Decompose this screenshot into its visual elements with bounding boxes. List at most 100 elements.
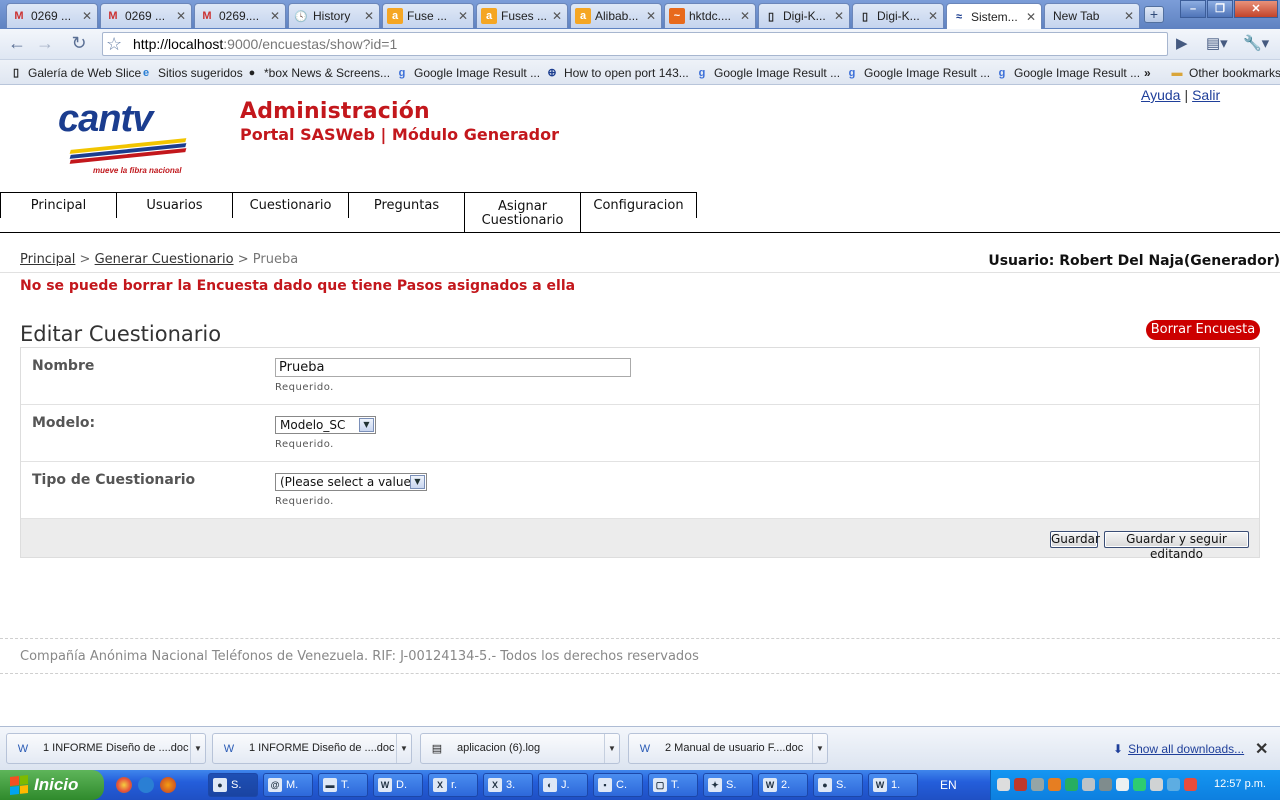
chevron-down-icon[interactable]: ▼ [396,734,411,763]
wrench-icon[interactable]: 🔧▾ [1243,34,1269,52]
browser-tab[interactable]: M 0269.... ✕ [194,3,286,28]
forward-button[interactable]: → [33,33,57,55]
chevron-down-icon[interactable]: ▼ [190,734,205,763]
taskbar-task[interactable]: W D. [373,773,423,797]
taskbar-task[interactable]: ◐ J. [538,773,588,797]
chevron-down-icon[interactable]: ▼ [812,734,827,763]
close-icon[interactable]: ✕ [927,9,939,23]
save-and-continue-button[interactable]: Guardar y seguir editando [1104,531,1249,561]
close-icon[interactable]: ✕ [363,9,375,23]
browser-tab[interactable]: ▯ Digi-K... ✕ [852,3,944,28]
bookmark-item[interactable]: ▯ Galería de Web Slice [8,64,141,81]
new-tab-button[interactable]: + [1144,6,1164,23]
menu-asignar-cuestionario[interactable]: Asignar Cuestionario [464,192,581,232]
go-arrow-icon[interactable]: ▶ [1176,34,1188,52]
tray-icon[interactable] [1167,778,1180,791]
bookmark-item[interactable]: ⊕ How to open port 143... [544,64,688,81]
tray-icon[interactable] [1031,778,1044,791]
other-bookmarks[interactable]: ▬ Other bookmarks [1169,64,1280,81]
start-button[interactable]: Inicio [0,770,104,800]
tray-icon[interactable] [1065,778,1078,791]
browser-tab[interactable]: a Alibab... ✕ [570,3,662,28]
taskbar-task[interactable]: X 3. [483,773,533,797]
menu-usuarios[interactable]: Usuarios [116,192,233,218]
modelo-select[interactable]: Modelo_SC ▼ [275,416,376,434]
maximize-button[interactable]: ❐ [1207,0,1233,18]
bookmark-item[interactable]: ● *box News & Screens... [244,64,390,81]
chrome-icon[interactable] [116,777,132,793]
browser-tab[interactable]: a Fuse ... ✕ [382,3,474,28]
browser-tab[interactable]: New Tab ✕ [1044,3,1140,28]
browser-tab[interactable]: ▯ Digi-K... ✕ [758,3,850,28]
taskbar-task[interactable]: W 1. [868,773,918,797]
download-item[interactable]: W 2 Manual de usuario F....doc ▼ [628,733,828,764]
browser-tab[interactable]: ~ hktdc.... ✕ [664,3,756,28]
back-button[interactable]: ← [5,33,29,55]
language-indicator[interactable]: EN [940,778,957,792]
tray-icon[interactable] [1116,778,1129,791]
tray-icon[interactable] [1014,778,1027,791]
bookmarks-overflow-button[interactable]: » [1144,64,1151,81]
menu-preguntas[interactable]: Preguntas [348,192,465,218]
browser-tab[interactable]: M 0269 ... ✕ [6,3,98,28]
download-item[interactable]: W 1 INFORME Diseño de ....doc ▼ [212,733,412,764]
browser-tab[interactable]: 🕓 History ✕ [288,3,380,28]
address-bar[interactable]: http://localhost:9000/encuestas/show?id=… [102,32,1168,56]
breadcrumb-principal[interactable]: Principal [20,252,75,267]
tray-icon[interactable] [1184,778,1197,791]
bookmark-item[interactable]: g Google Image Result ... [394,64,540,81]
close-icon[interactable]: ✕ [645,9,657,23]
browser-tab[interactable]: M 0269 ... ✕ [100,3,192,28]
help-link[interactable]: Ayuda [1141,87,1180,103]
tray-icon[interactable] [997,778,1010,791]
tray-icon[interactable] [1099,778,1112,791]
tray-icon[interactable] [1133,778,1146,791]
window-close-button[interactable]: ✕ [1234,0,1278,18]
show-all-downloads-link[interactable]: ⬇ Show all downloads... [1113,742,1244,756]
logout-link[interactable]: Salir [1192,87,1220,103]
bookmark-item[interactable]: e Sitios sugeridos [138,64,243,81]
tray-icon[interactable] [1150,778,1163,791]
delete-survey-button[interactable]: Borrar Encuesta [1146,320,1260,340]
save-button[interactable]: Guardar [1050,531,1100,548]
bookmark-star-icon[interactable]: ☆ [106,32,122,56]
bookmark-item[interactable]: g Google Image Result ... [994,64,1140,81]
taskbar-task[interactable]: ● S. [208,773,258,797]
close-icon[interactable]: ✕ [175,9,187,23]
tray-icon[interactable] [1082,778,1095,791]
tipo-cuestionario-select[interactable]: (Please select a value) ▼ [275,473,427,491]
browser-tab[interactable]: a Fuses ... ✕ [476,3,568,28]
browser-tab-active[interactable]: ≈ Sistem... ✕ [946,3,1042,29]
taskbar-task[interactable]: ▢ T. [648,773,698,797]
download-item[interactable]: ▤ aplicacion (6).log ▼ [420,733,620,764]
cantv-logo[interactable]: cantv mueve la fibra nacional [58,98,190,175]
bookmark-item[interactable]: g Google Image Result ... [694,64,840,81]
close-icon[interactable]: ✕ [81,9,93,23]
ie-icon[interactable] [138,777,154,793]
menu-cuestionario[interactable]: Cuestionario [232,192,349,218]
minimize-button[interactable]: – [1180,0,1206,18]
page-menu-icon[interactable]: ▤▾ [1206,34,1228,52]
taskbar-task[interactable]: @ M. [263,773,313,797]
close-icon[interactable]: ✕ [269,9,281,23]
taskbar-task[interactable]: ▬ T. [318,773,368,797]
close-icon[interactable]: ✕ [739,9,751,23]
taskbar-task[interactable]: ● S. [813,773,863,797]
chevron-down-icon[interactable]: ▼ [604,734,619,763]
tray-icon[interactable] [1048,778,1061,791]
taskbar-task[interactable]: ✦ S. [703,773,753,797]
close-icon[interactable]: ✕ [1255,739,1268,759]
firefox-icon[interactable] [160,777,176,793]
menu-configuracion[interactable]: Configuracion [580,192,697,218]
close-icon[interactable]: ✕ [1123,9,1135,23]
close-icon[interactable]: ✕ [833,9,845,23]
taskbar-task[interactable]: ▪ C. [593,773,643,797]
close-icon[interactable]: ✕ [551,9,563,23]
bookmark-item[interactable]: g Google Image Result ... [844,64,990,81]
taskbar-task[interactable]: Xr. [428,773,478,797]
reload-button[interactable]: ↻ [67,33,91,55]
nombre-input[interactable]: Prueba [275,358,631,377]
taskbar-task[interactable]: W 2. [758,773,808,797]
breadcrumb-generar-cuestionario[interactable]: Generar Cuestionario [95,252,234,267]
menu-principal[interactable]: Principal [0,192,117,218]
